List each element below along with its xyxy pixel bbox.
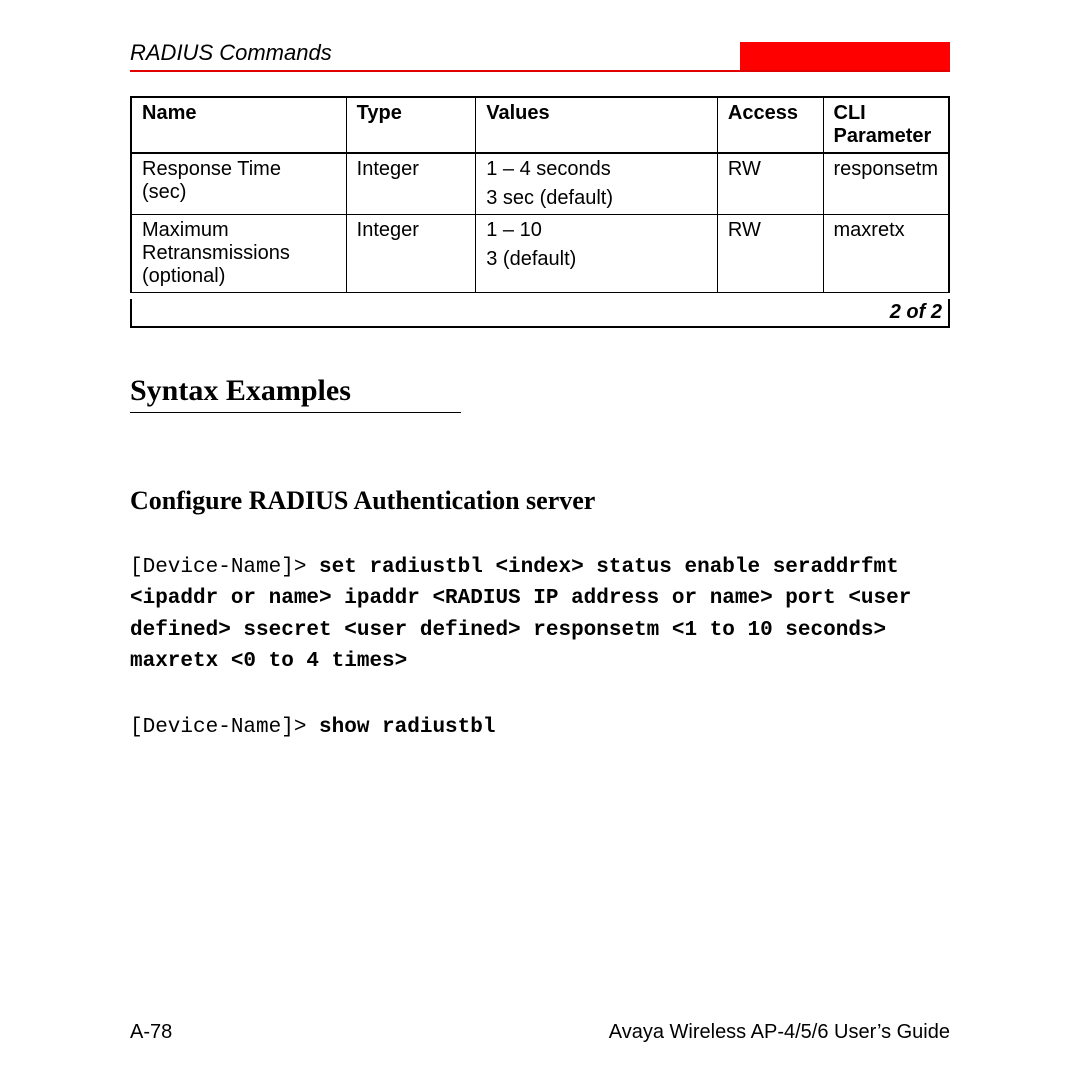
cli-command: show radiustbl [319, 716, 495, 739]
col-cli: CLI Parameter [823, 97, 949, 153]
table-row: Maximum Retransmissions (optional) Integ… [131, 215, 949, 293]
header-title: RADIUS Commands [130, 40, 332, 70]
cell-type: Integer [346, 153, 476, 215]
cli-prompt: [Device-Name]> [130, 556, 319, 579]
code-example-show: [Device-Name]> show radiustbl [130, 712, 950, 744]
cell-text: (sec) [142, 181, 336, 204]
cell-text: 1 – 10 [486, 219, 707, 242]
cell-text: Response Time [142, 158, 336, 181]
header-red-bar [740, 42, 950, 70]
cell-text: 3 sec (default) [486, 187, 707, 210]
cell-values: 1 – 4 seconds 3 sec (default) [476, 153, 718, 215]
page-footer: A-78 Avaya Wireless AP-4/5/6 User’s Guid… [130, 1021, 950, 1044]
footer-page-number: A-78 [130, 1021, 172, 1044]
cli-prompt: [Device-Name]> [130, 716, 319, 739]
cell-values: 1 – 10 3 (default) [476, 215, 718, 293]
cell-type: Integer [346, 215, 476, 293]
cell-text: 3 (default) [486, 248, 707, 271]
parameter-table: Name Type Values Access CLI Parameter Re… [130, 96, 950, 293]
col-access: Access [717, 97, 823, 153]
cell-name: Response Time (sec) [131, 153, 346, 215]
table-row: Response Time (sec) Integer 1 – 4 second… [131, 153, 949, 215]
cell-text: 1 – 4 seconds [486, 158, 707, 181]
cell-text: Maximum [142, 219, 336, 242]
cell-cli: maxretx [823, 215, 949, 293]
col-name: Name [131, 97, 346, 153]
cell-name: Maximum Retransmissions (optional) [131, 215, 346, 293]
cell-access: RW [717, 215, 823, 293]
footer-doc-title: Avaya Wireless AP-4/5/6 User’s Guide [609, 1021, 950, 1044]
table-header-row: Name Type Values Access CLI Parameter [131, 97, 949, 153]
section-syntax-examples: Syntax Examples [130, 374, 461, 413]
cell-access: RW [717, 153, 823, 215]
col-type: Type [346, 97, 476, 153]
cell-cli: responsetm [823, 153, 949, 215]
subsection-configure-radius: Configure RADIUS Authentication server [130, 486, 950, 516]
table-page-indicator: 2 of 2 [130, 299, 950, 328]
col-values: Values [476, 97, 718, 153]
cell-text: Retransmissions (optional) [142, 242, 336, 288]
code-example-set: [Device-Name]> set radiustbl <index> sta… [130, 552, 950, 678]
document-page: RADIUS Commands Name Type Values Access … [0, 0, 1080, 1080]
page-header: RADIUS Commands [130, 40, 950, 72]
